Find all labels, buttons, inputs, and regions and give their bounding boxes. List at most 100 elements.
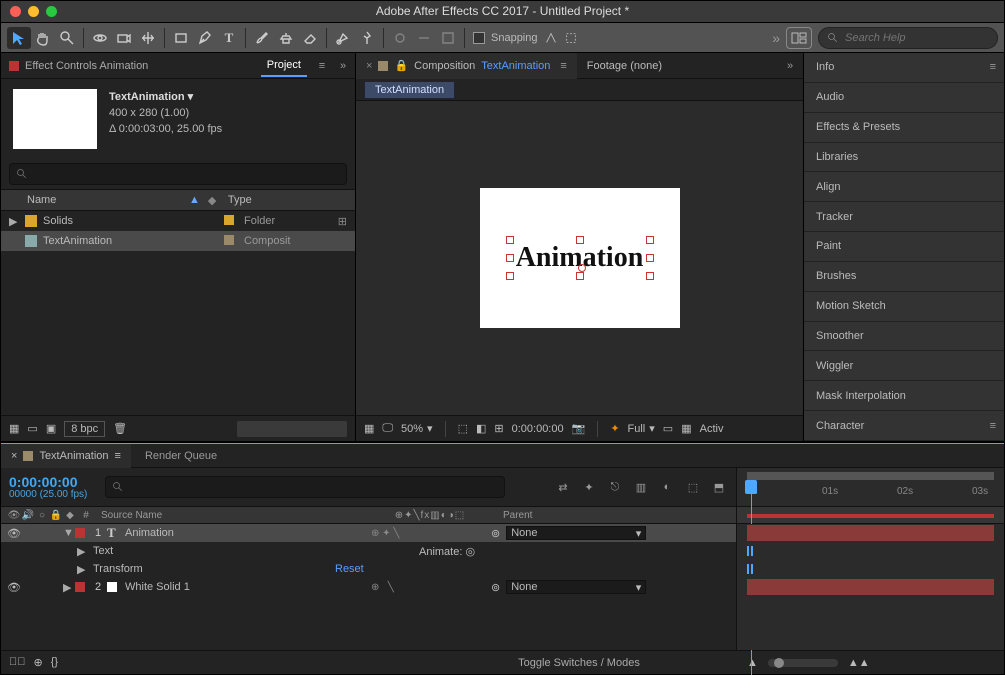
timeline-search[interactable] [105, 476, 505, 498]
panel-smoother[interactable]: Smoother [804, 322, 1004, 352]
effect-controls-tab[interactable]: Effect Controls Animation [25, 60, 148, 72]
layer-prop-text[interactable]: ▶ Text Animate: ◎ [1, 542, 736, 560]
workspace-switcher[interactable] [786, 27, 812, 49]
selection-handle[interactable] [506, 254, 514, 262]
in-point-marker[interactable] [747, 564, 753, 574]
label-color[interactable] [75, 528, 85, 538]
layer-bar-1[interactable] [747, 525, 994, 541]
panel-motion-sketch[interactable]: Motion Sketch [804, 292, 1004, 322]
delete-icon[interactable]: 🗑 [113, 422, 127, 435]
lock-icon[interactable]: 🔒 [394, 59, 408, 72]
hand-tool[interactable] [31, 27, 55, 49]
disclosure-icon[interactable]: ▼ [63, 527, 75, 539]
resolution-button[interactable]: ⬚ [458, 419, 468, 439]
eraser-tool[interactable] [298, 27, 322, 49]
snapping-toggle[interactable]: Snapping [473, 31, 578, 45]
disclosure-icon[interactable]: ▶ [63, 581, 75, 594]
color-depth-toggle[interactable]: 8 bpc [64, 421, 105, 437]
zoom-in-icon[interactable]: ▲▲ [848, 657, 870, 669]
in-point-marker[interactable] [747, 546, 753, 556]
project-row-textanimation[interactable]: TextAnimation Composit [1, 231, 355, 251]
comp-tab-menu[interactable]: ≡ [560, 60, 566, 72]
label-color[interactable] [75, 582, 85, 592]
panel-mask-interpolation[interactable]: Mask Interpolation [804, 381, 1004, 411]
view-layout-icon[interactable]: ▭ [663, 419, 673, 439]
animate-menu[interactable]: Animate: ◎ [419, 545, 730, 558]
panel-audio[interactable]: Audio [804, 83, 1004, 113]
comp-mini-flowchart-icon[interactable]: ⇄ [554, 478, 572, 496]
viewer-timecode[interactable]: 0:00:00:00 [512, 419, 564, 439]
time-ruler[interactable]: 0s 01s 02s 03s [737, 468, 1004, 506]
current-timecode[interactable]: 0:00:00:00 [9, 475, 87, 489]
canvas[interactable]: Animation [480, 188, 680, 328]
comp-name[interactable]: TextAnimation ▾ [109, 89, 222, 105]
disclosure-icon[interactable]: ▶ [77, 563, 89, 576]
selection-handle[interactable] [576, 272, 584, 280]
zoom-out-icon[interactable]: ▲ [747, 657, 758, 669]
selection-handle[interactable] [646, 236, 654, 244]
rectangle-tool[interactable] [169, 27, 193, 49]
timeline-tab-menu[interactable]: ≡ [115, 450, 121, 462]
project-tab[interactable]: Project [261, 55, 307, 77]
layer-bar-2[interactable] [747, 579, 994, 595]
label-column-icon[interactable]: ◆ [63, 510, 77, 521]
channel-icon[interactable]: ✦ [610, 419, 619, 439]
camera-tool[interactable] [112, 27, 136, 49]
render-queue-tab[interactable]: Render Queue [131, 450, 231, 462]
disclosure-triangle-icon[interactable]: ▶ [9, 215, 19, 228]
selection-handle[interactable] [506, 236, 514, 244]
draft3d-icon[interactable]: ✦ [580, 478, 598, 496]
selection-handle[interactable] [506, 272, 514, 280]
project-columns-header[interactable]: Name ▲ ◆ Type [1, 189, 355, 211]
pan-behind-tool[interactable] [136, 27, 160, 49]
panel-character[interactable]: Character≡ [804, 411, 1004, 441]
reset-link[interactable]: Reset [335, 563, 364, 575]
selection-handle[interactable] [646, 272, 654, 280]
layer-row-1[interactable]: 👁 ▼ 1 T Animation ⊕ ✦ ╲ ⊚None▾ [1, 524, 736, 542]
video-toggle-icon[interactable]: 👁 [7, 527, 21, 540]
project-panel-menu[interactable]: ≡ [313, 60, 331, 72]
layer-prop-transform[interactable]: ▶ Transform Reset [1, 560, 736, 578]
snapshot-icon[interactable]: 📷 [572, 419, 586, 439]
video-column-icon[interactable]: 👁 [7, 510, 21, 521]
help-search[interactable] [818, 27, 998, 49]
new-comp-icon[interactable]: ▣ [46, 422, 56, 435]
selection-handle[interactable] [576, 236, 584, 244]
project-panel-overflow[interactable]: » [331, 60, 355, 72]
panel-tracker[interactable]: Tracker [804, 202, 1004, 232]
parent-pickwhip-icon[interactable]: ⊚ [491, 527, 500, 540]
project-row-solids[interactable]: ▶ Solids Folder ⊞ [1, 211, 355, 231]
panel-info[interactable]: Info≡ [804, 53, 1004, 83]
layer-row-2[interactable]: 👁 ▶ 2 White Solid 1 ⊕ ╲ ⊚None▾ [1, 578, 736, 596]
toggle-modes-icon[interactable]: ⊕ [34, 656, 43, 669]
monitor-icon[interactable]: 🖵 [382, 419, 393, 439]
shy-icon[interactable]: ⎋ [606, 478, 624, 496]
comp-panel-overflow[interactable]: » [777, 60, 803, 72]
timeline-tab[interactable]: × TextAnimation ≡ [1, 444, 131, 468]
grid-icon[interactable]: ⊞ [494, 419, 503, 439]
lock-column-icon[interactable]: 🔒 [49, 510, 63, 521]
selection-handle[interactable] [646, 254, 654, 262]
audio-column-icon[interactable]: 🔊 [21, 510, 35, 521]
always-preview-icon[interactable]: ▦ [364, 419, 374, 439]
motion-blur-icon[interactable]: ◐ [658, 478, 676, 496]
brainstorm-icon[interactable]: ⬒ [710, 478, 728, 496]
flowchart-icon[interactable]: ⊞ [331, 215, 347, 228]
orbit-tool[interactable] [88, 27, 112, 49]
graph-editor-icon[interactable]: ⬚ [684, 478, 702, 496]
layer-switches[interactable]: ⊕ ✦ ╲ [371, 528, 491, 539]
type-tool[interactable]: T [217, 27, 241, 49]
toggle-switches-icon[interactable]: �ิ [9, 656, 26, 669]
layer-switches[interactable]: ⊕ ╲ [371, 582, 491, 593]
selection-tool[interactable] [7, 27, 31, 49]
video-toggle-icon[interactable]: 👁 [7, 581, 21, 594]
brush-tool[interactable] [250, 27, 274, 49]
frame-blend-icon[interactable]: ▥ [632, 478, 650, 496]
active-camera-label[interactable]: Activ [700, 419, 724, 439]
toggle-layer-in-out-icon[interactable]: {} [51, 656, 58, 669]
viewer[interactable]: Animation [356, 101, 803, 415]
zoom-dropdown[interactable]: 50% ▾ [401, 419, 433, 439]
pixel-aspect-icon[interactable]: ▦ [681, 419, 691, 439]
interpret-footage-icon[interactable]: ▦ [9, 422, 19, 435]
project-search[interactable] [9, 163, 347, 185]
